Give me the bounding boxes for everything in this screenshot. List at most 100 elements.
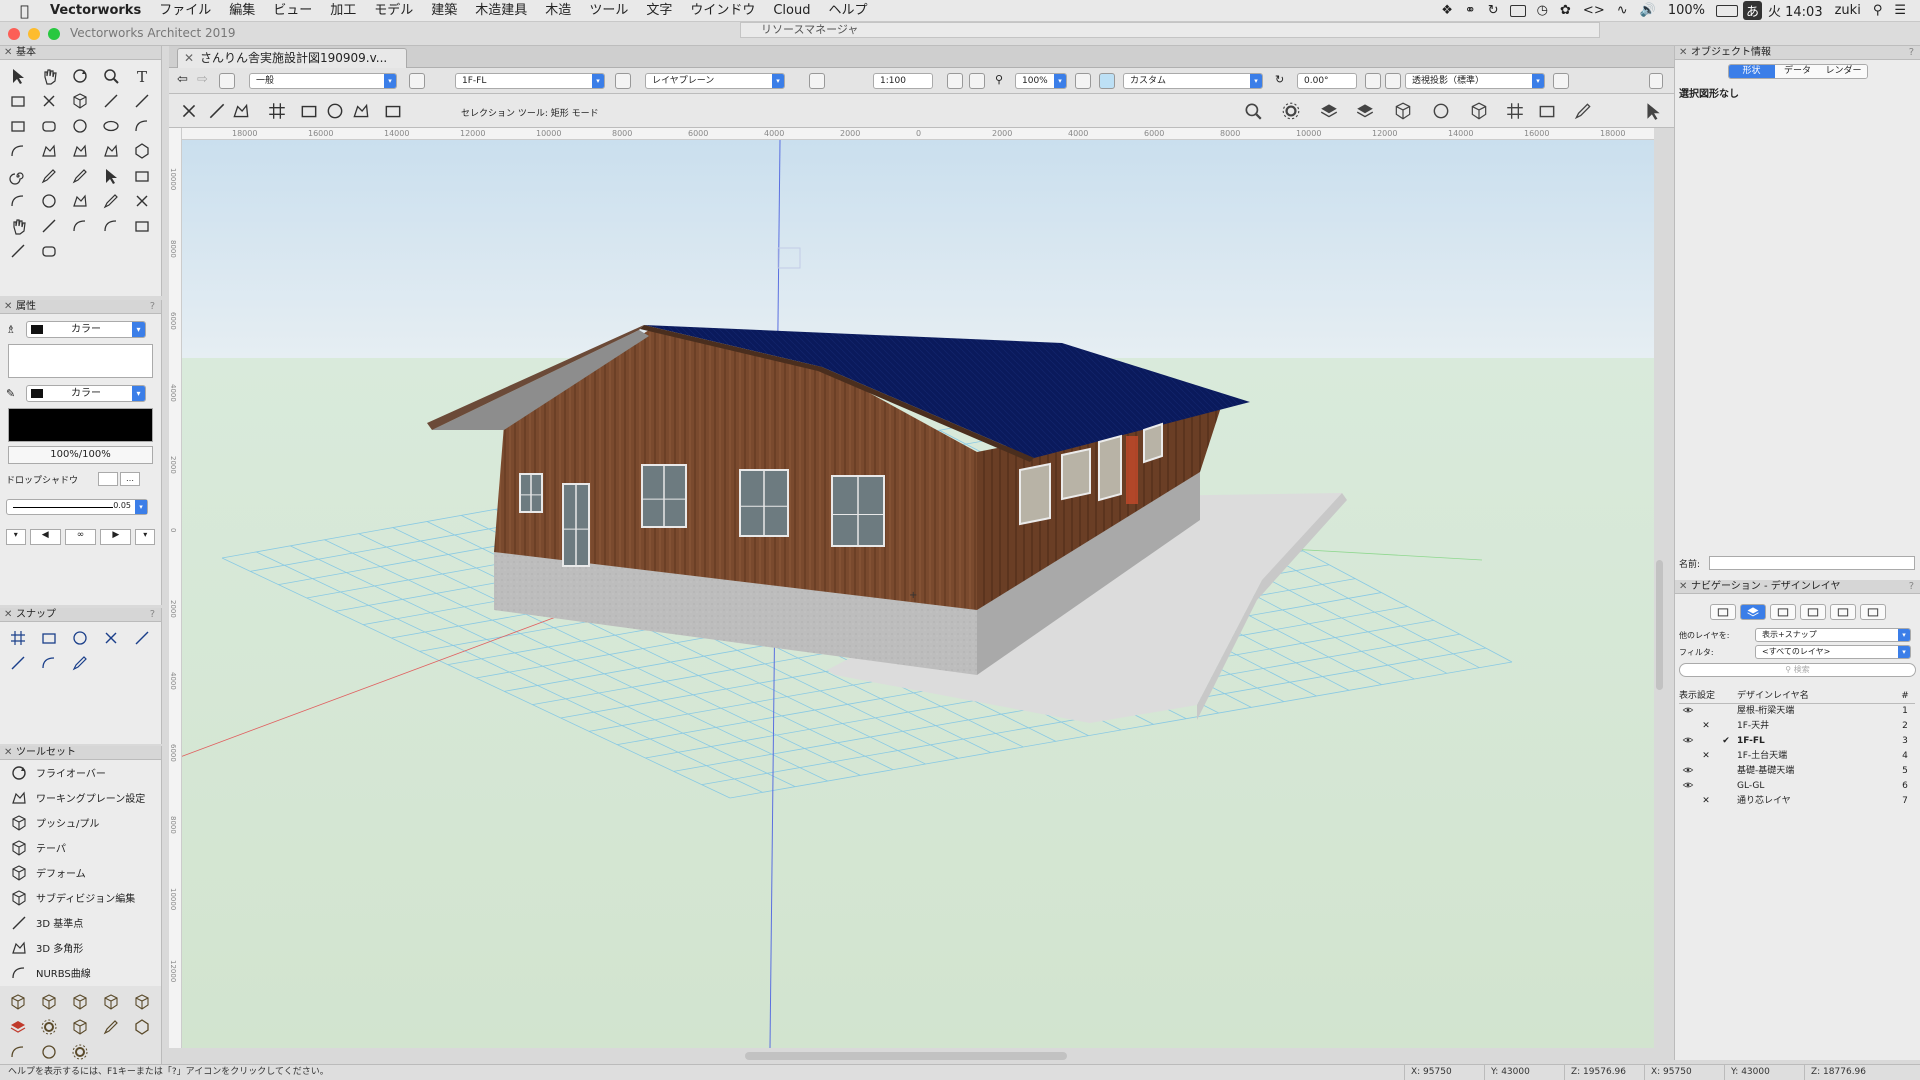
layer-search-input[interactable]: ⚲ 検索 <box>1679 663 1916 677</box>
saved-views-tab-icon[interactable] <box>1829 604 1856 620</box>
document-tab[interactable]: ✕ さんりん舎実施設計図190909.v... <box>177 48 407 68</box>
close-icon[interactable]: ✕ <box>4 300 12 314</box>
interactive-scaling-icon[interactable] <box>265 100 289 122</box>
toolset-item[interactable]: サブディビジョン編集 <box>0 885 161 910</box>
double-polygon-tool-icon[interactable] <box>95 138 126 163</box>
settings-toolset-icon[interactable] <box>64 1039 95 1064</box>
toolset-item[interactable]: デフォーム <box>0 860 161 885</box>
visibility-empty[interactable] <box>1679 794 1697 809</box>
circle-tool-icon[interactable] <box>64 113 95 138</box>
menu-tools[interactable]: ツール <box>580 0 637 22</box>
misc-toolset-icon[interactable] <box>2 1039 33 1064</box>
polygon-mode-icon[interactable] <box>349 100 373 122</box>
visible-eye-icon[interactable] <box>1679 764 1697 779</box>
visible-eye-icon[interactable] <box>1679 734 1697 749</box>
layer-row[interactable]: ✕ 1F-天井 2 <box>1679 719 1915 734</box>
eyedropper-tool-icon[interactable] <box>33 163 64 188</box>
creative-cloud-icon[interactable]: ⚭ <box>1459 3 1482 18</box>
layer-number-column-header[interactable]: # <box>1895 688 1915 703</box>
view-select[interactable]: カスタム ▾ <box>1123 73 1263 89</box>
render-settings-icon[interactable] <box>1279 100 1303 122</box>
lighting-mode-icon[interactable] <box>1317 100 1341 122</box>
notification-icon[interactable]: ☰ <box>1888 3 1920 18</box>
design-layers-tab-icon[interactable] <box>1739 604 1766 620</box>
arc-tool-icon[interactable] <box>126 113 157 138</box>
tab-shape[interactable]: 形状 <box>1728 65 1775 78</box>
callout-tool-icon[interactable] <box>2 88 33 113</box>
arrow-end-button[interactable]: ▶ <box>100 529 132 545</box>
layer-row[interactable]: 基礎-基礎天端 5 <box>1679 764 1915 779</box>
split-tool-icon[interactable] <box>33 188 64 213</box>
classes-tab-icon[interactable] <box>1709 604 1736 620</box>
close-icon[interactable]: ✕ <box>4 746 12 760</box>
text-tool-icon[interactable]: T <box>126 63 157 88</box>
trim-tool-icon[interactable] <box>126 188 157 213</box>
close-icon[interactable]: ✕ <box>4 608 12 622</box>
toolset-item[interactable]: プッシュ/プル <box>0 810 161 835</box>
snap-to-object-icon[interactable] <box>33 625 64 650</box>
menu-window[interactable]: ウインドウ <box>681 0 764 22</box>
toolset-item[interactable]: ワーキングプレーン設定 <box>0 785 161 810</box>
camera-mode-icon[interactable] <box>1353 100 1377 122</box>
arrow-link-icon[interactable]: ∞ <box>64 529 97 545</box>
snap-to-grid-icon[interactable] <box>2 625 33 650</box>
invisible-x-icon[interactable]: ✕ <box>1697 794 1715 809</box>
dropbox-icon[interactable]: ❖ <box>1435 3 1459 18</box>
help-icon[interactable]: ? <box>150 300 155 314</box>
pan-tool-icon[interactable] <box>33 63 64 88</box>
menu-view[interactable]: ビュー <box>264 0 321 22</box>
close-tab-icon[interactable]: ✕ <box>184 49 194 68</box>
rect-marquee-icon[interactable] <box>297 100 321 122</box>
lasso-mode-icon[interactable] <box>323 100 347 122</box>
menu-wood-fittings[interactable]: 木造建具 <box>466 0 536 22</box>
eraser-tool-icon[interactable] <box>126 213 157 238</box>
render-mode-icon[interactable] <box>1099 73 1115 89</box>
drawing-area[interactable]: + <box>182 140 1654 1048</box>
sync-icon[interactable]: ↻ <box>1482 3 1505 18</box>
filter-select[interactable]: <すべてのレイヤ> ▾ <box>1755 645 1911 659</box>
toolset-item[interactable]: テーパ <box>0 835 161 860</box>
site-toolset-icon[interactable] <box>2 989 33 1014</box>
dimension-tool-icon[interactable] <box>64 88 95 113</box>
polyline-mode-icon[interactable] <box>229 100 253 122</box>
flyover-view-icon[interactable] <box>947 73 963 89</box>
plane-options-icon[interactable] <box>615 73 631 89</box>
forward-icon[interactable]: ⇨ <box>197 73 213 89</box>
disable-pick-mode-icon[interactable] <box>177 100 201 122</box>
tab-render[interactable]: レンダー <box>1820 65 1867 78</box>
reshape-tool-icon[interactable] <box>95 163 126 188</box>
sheet-layers-tab-icon[interactable] <box>1769 604 1796 620</box>
help-icon[interactable]: ? <box>1909 580 1914 594</box>
bluetooth-icon[interactable]: ✿ <box>1554 3 1577 18</box>
selection-tool-icon[interactable] <box>2 63 33 88</box>
fill-preview[interactable] <box>8 344 153 378</box>
opacity-field[interactable]: 100%/100% <box>8 446 153 464</box>
bend-tool-icon[interactable] <box>95 213 126 238</box>
help-icon[interactable]: ? <box>150 608 155 622</box>
arrow-end-menu-button[interactable]: ▾ <box>135 529 155 545</box>
visibility-column-header[interactable]: 表示設定 <box>1679 688 1737 703</box>
fill-style-select[interactable]: カラー ▾ <box>26 320 146 338</box>
scale-icon[interactable] <box>809 73 825 89</box>
code-icon[interactable]: <> <box>1577 3 1611 18</box>
toolset-item[interactable]: フライオーバー <box>0 760 161 785</box>
3d-view-canvas[interactable]: + <box>182 140 1654 1048</box>
lighting-toolset-icon[interactable] <box>33 1014 64 1039</box>
resource-manager-bar[interactable]: リソースマネージャ <box>740 22 1600 38</box>
minimize-window-button[interactable] <box>28 28 40 40</box>
layer-row[interactable]: ✔ 1F-FL 3 <box>1679 734 1915 749</box>
layer-row[interactable]: ✕ 1F-土台天端 4 <box>1679 749 1915 764</box>
snap-to-distance-icon[interactable] <box>95 625 126 650</box>
3d-modeling-toolset-icon[interactable] <box>2 1014 33 1039</box>
menu-wood[interactable]: 木造 <box>536 0 580 22</box>
wood-toolset-icon[interactable] <box>126 989 157 1014</box>
ime-indicator[interactable]: あ <box>1742 1 1762 20</box>
furniture-toolset-icon[interactable] <box>95 989 126 1014</box>
viewports-tab-icon[interactable] <box>1799 604 1826 620</box>
modebar-overflow-icon[interactable] <box>1641 100 1665 122</box>
view-options-icon[interactable] <box>1365 73 1381 89</box>
user-name[interactable]: zuki <box>1829 3 1867 18</box>
visibility-empty[interactable] <box>1697 779 1715 794</box>
projection-select[interactable]: 透視投影（標準） ▾ <box>1405 73 1545 89</box>
volume-icon[interactable]: 🔊 <box>1634 3 1662 18</box>
